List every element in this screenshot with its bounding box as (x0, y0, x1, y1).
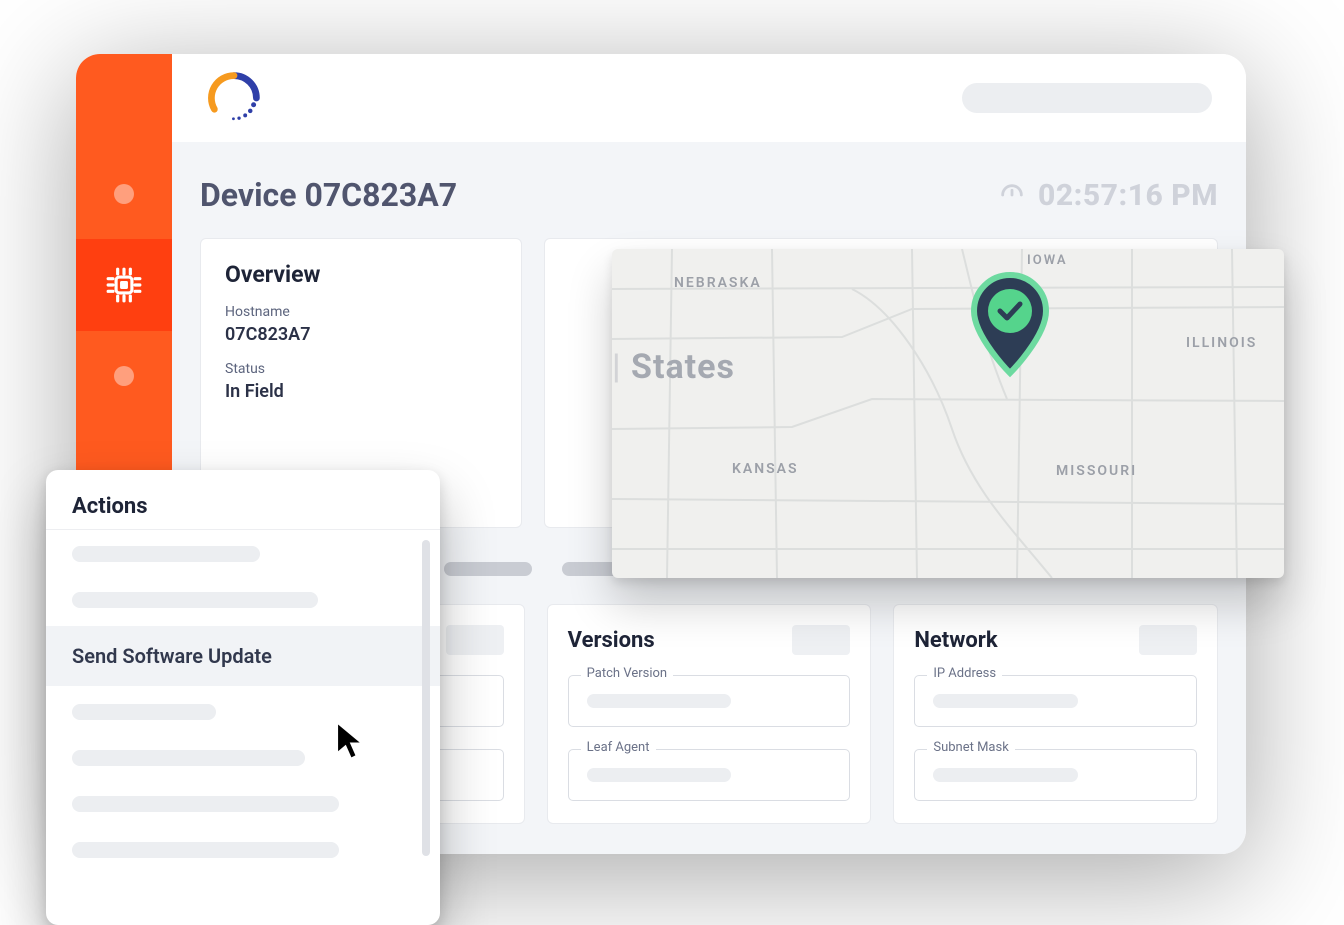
overview-hostname-label: Hostname (225, 304, 497, 320)
search-input-placeholder[interactable] (962, 83, 1212, 113)
versions-card-chip[interactable] (792, 625, 850, 655)
network-field-subnet-legend: Subnet Mask (927, 740, 1014, 755)
sidebar-item-devices-active[interactable] (76, 239, 172, 331)
versions-card-title: Versions (568, 628, 655, 653)
map-pin-icon (966, 271, 1054, 381)
map-overlay[interactable]: NEBRASKA KANSAS IOWA MISSOURI ILLINOIS |… (612, 249, 1284, 578)
actions-scrollbar[interactable] (422, 540, 430, 856)
actions-list: Send Software Update (46, 529, 440, 924)
clock: 02:57:16 PM (998, 178, 1218, 213)
overview-heading: Overview (225, 261, 497, 288)
actions-heading: Actions (46, 470, 440, 529)
device-card-chip[interactable] (446, 625, 504, 655)
map-roads-icon (612, 249, 1284, 578)
map-label-nebraska: NEBRASKA (674, 275, 762, 291)
actions-item-placeholder-1[interactable] (72, 546, 260, 562)
network-field-ip-legend: IP Address (927, 666, 1002, 681)
sidebar-item-placeholder-2[interactable] (114, 366, 134, 386)
sidebar-item-placeholder-1[interactable] (114, 184, 134, 204)
network-card-chip[interactable] (1139, 625, 1197, 655)
actions-item-send-software-update[interactable]: Send Software Update (46, 626, 440, 686)
network-field-ip[interactable]: IP Address (914, 675, 1197, 727)
clock-value: 02:57:16 PM (1038, 178, 1218, 213)
actions-item-placeholder-4[interactable] (72, 750, 305, 766)
versions-card: Versions Patch Version Leaf Agent (547, 604, 872, 824)
actions-item-placeholder-3[interactable] (72, 704, 216, 720)
actions-item-placeholder-6[interactable] (72, 842, 339, 858)
map-label-iowa: IOWA (1027, 253, 1068, 268)
network-card: Network IP Address Subnet Mask (893, 604, 1218, 824)
chip-icon (105, 266, 143, 304)
overview-status-value: In Field (225, 381, 497, 402)
network-field-subnet[interactable]: Subnet Mask (914, 749, 1197, 801)
logo-icon (206, 70, 262, 126)
overview-status-label: Status (225, 361, 497, 377)
map-label-kansas: KANSAS (732, 461, 799, 477)
actions-item-placeholder-2[interactable] (72, 592, 318, 608)
map-label-missouri: MISSOURI (1056, 463, 1137, 479)
page-title: Device 07C823A7 (200, 176, 457, 214)
header (172, 54, 1246, 142)
clock-icon (998, 181, 1026, 209)
versions-field-leaf-agent[interactable]: Leaf Agent (568, 749, 851, 801)
map-label-illinois: ILLINOIS (1186, 335, 1257, 351)
versions-field-patch[interactable]: Patch Version (568, 675, 851, 727)
network-card-title: Network (914, 628, 997, 653)
versions-field-leaf-agent-legend: Leaf Agent (581, 740, 656, 755)
actions-popover: Actions Send Software Update (46, 470, 440, 925)
map-country-label: | States (612, 347, 735, 387)
overview-hostname-value: 07C823A7 (225, 324, 497, 345)
versions-field-patch-legend: Patch Version (581, 666, 673, 681)
actions-item-placeholder-5[interactable] (72, 796, 339, 812)
